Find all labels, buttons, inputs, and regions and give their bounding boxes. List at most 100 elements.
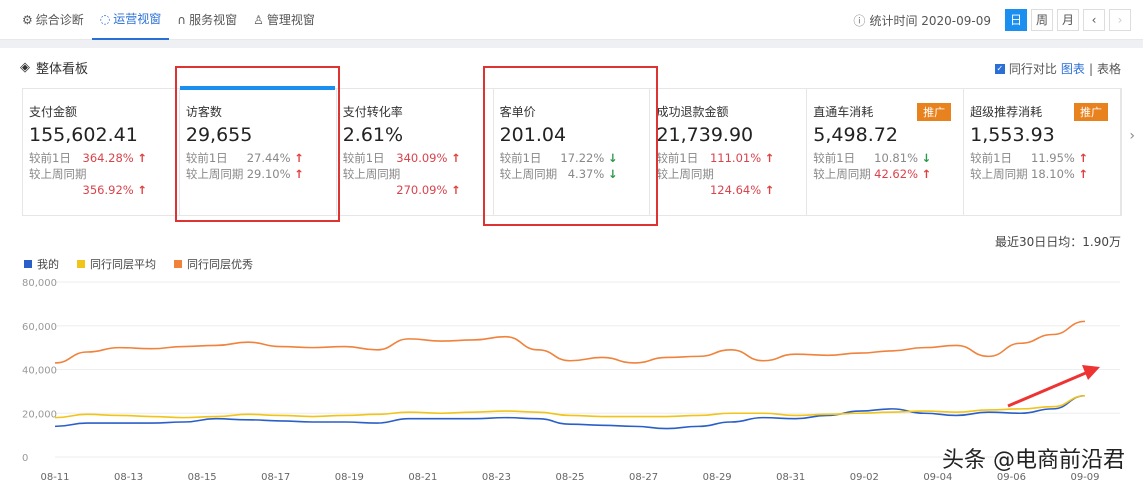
day-change: 11.95% bbox=[1031, 151, 1075, 165]
y-tick-label: 80,000 bbox=[22, 278, 57, 289]
x-tick-label: 08-17 bbox=[261, 472, 290, 483]
arrow-up-icon: ↑ bbox=[921, 167, 932, 181]
metric-card[interactable]: 支付金额 155,602.41 较前1日 364.28% ↑ 较上周同期 356.92% … bbox=[23, 89, 180, 215]
week-change: 42.62% bbox=[874, 167, 918, 181]
arrow-up-icon: ↑ bbox=[137, 183, 147, 197]
metric-title: 成功退款金额 bbox=[656, 105, 729, 119]
week-change: 270.09% bbox=[396, 183, 448, 197]
x-tick-label: 08-27 bbox=[629, 472, 658, 483]
y-tick-label: 40,000 bbox=[22, 366, 57, 377]
metric-value: 5,498.72 bbox=[813, 124, 898, 146]
x-tick-label: 08-11 bbox=[40, 472, 69, 483]
metric-value: 1,553.93 bbox=[970, 124, 1055, 146]
metric-card[interactable]: 直通车消耗 推广 5,498.72 较前1日 10.81% ↓ 较上周同期 42.62% ↑ bbox=[807, 89, 965, 215]
promo-badge[interactable]: 推广 bbox=[1074, 103, 1109, 121]
shield-icon: ◌ bbox=[99, 12, 111, 26]
thirty-day-average: 最近30日日均：1.90万 bbox=[995, 235, 1121, 249]
stat-time: 统计时间 2020-09-09 bbox=[869, 13, 991, 28]
day-label: 较前1日 bbox=[656, 151, 699, 165]
metric-title: 支付金额 bbox=[29, 105, 78, 119]
arrow-up-icon: ↑ bbox=[137, 151, 147, 165]
x-tick-label: 09-02 bbox=[850, 472, 879, 483]
legend-swatch bbox=[24, 260, 32, 268]
tab-0[interactable]: ⚙ 综合诊断 bbox=[14, 0, 92, 40]
arrow-up-icon: ↑ bbox=[1078, 151, 1089, 165]
tab-label: 运营视窗 bbox=[113, 12, 162, 26]
week-change: 18.10% bbox=[1031, 167, 1075, 181]
arrow-down-icon: ↓ bbox=[921, 151, 932, 165]
x-tick-label: 08-13 bbox=[114, 472, 143, 483]
cards-next-arrow[interactable]: › bbox=[1129, 128, 1135, 144]
arrow-up-icon: ↑ bbox=[764, 183, 775, 197]
week-label: 较上周同期 bbox=[656, 167, 714, 181]
table-view-link[interactable]: 表格 bbox=[1097, 60, 1121, 77]
series-line-2 bbox=[54, 320, 1086, 364]
week-label: 较上周同期 bbox=[29, 167, 87, 181]
day-label: 较前1日 bbox=[29, 151, 71, 165]
series-line-1 bbox=[54, 394, 1086, 419]
chart-view-link[interactable]: 图表 bbox=[1061, 60, 1085, 77]
day-change: 364.28% bbox=[82, 151, 134, 165]
period-day-button[interactable]: 日 bbox=[1005, 9, 1027, 31]
metric-title: 支付转化率 bbox=[342, 105, 403, 119]
series-line-0 bbox=[54, 394, 1086, 430]
next-date-button[interactable]: › bbox=[1109, 9, 1131, 31]
watermark: 头条 @电商前沿君 bbox=[942, 448, 1125, 473]
section-title: 整体看板 bbox=[36, 62, 89, 77]
arrow-up-icon: ↑ bbox=[451, 183, 461, 197]
section-header: ◈ 整体看板 bbox=[20, 58, 88, 77]
arrow-up-icon: ↑ bbox=[1078, 167, 1089, 181]
tab-2[interactable]: ∩ 服务视窗 bbox=[169, 0, 245, 40]
metric-value: 155,602.41 bbox=[29, 124, 138, 146]
highlight-box bbox=[483, 66, 658, 226]
x-tick-label: 08-21 bbox=[408, 472, 437, 483]
prev-date-button[interactable]: ‹ bbox=[1083, 9, 1105, 31]
day-change: 340.09% bbox=[396, 151, 448, 165]
tab-label: 服务视窗 bbox=[189, 13, 238, 27]
y-tick-label: 0 bbox=[22, 453, 28, 464]
metric-value: 2.61% bbox=[342, 124, 404, 146]
x-tick-label: 08-31 bbox=[776, 472, 805, 483]
day-change: 10.81% bbox=[874, 151, 918, 165]
week-change: 356.92% bbox=[82, 183, 134, 197]
compare-label[interactable]: 同行对比 bbox=[1009, 60, 1057, 77]
y-tick-label: 20,000 bbox=[22, 409, 57, 420]
divider-band bbox=[0, 40, 1143, 48]
trend-arrow bbox=[1007, 370, 1089, 408]
x-tick-label: 08-19 bbox=[335, 472, 364, 483]
metric-value: 21,739.90 bbox=[656, 124, 754, 146]
x-tick-label: 08-23 bbox=[482, 472, 511, 483]
day-label: 较前1日 bbox=[970, 151, 1012, 165]
tab-1[interactable]: ◌ 运营视窗 bbox=[91, 0, 170, 40]
period-week-button[interactable]: 周 bbox=[1031, 9, 1053, 31]
metric-card[interactable]: 超级推荐消耗 推广 1,553.93 较前1日 11.95% ↑ 较上周同期 18.10% … bbox=[964, 89, 1122, 215]
promo-badge[interactable]: 推广 bbox=[917, 103, 952, 121]
highlight-box bbox=[175, 66, 340, 222]
tab-label: 综合诊断 bbox=[35, 13, 84, 27]
header-controls: ⓘ 统计时间 2020-09-09 日 周 月 ‹ › bbox=[853, 9, 1131, 31]
week-label: 较上周同期 bbox=[970, 167, 1028, 181]
week-change: 124.64% bbox=[709, 183, 762, 197]
day-label: 较前1日 bbox=[813, 151, 856, 165]
x-tick-label: 08-29 bbox=[703, 472, 732, 483]
period-month-button[interactable]: 月 bbox=[1057, 9, 1079, 31]
y-tick-label: 60,000 bbox=[22, 322, 57, 333]
day-label: 较前1日 bbox=[342, 151, 385, 165]
diagnosis-icon: ⚙ bbox=[22, 13, 33, 27]
week-label: 较上周同期 bbox=[342, 167, 401, 181]
headset-icon: ∩ bbox=[177, 13, 187, 27]
compare-checkbox[interactable]: ✓ bbox=[994, 63, 1005, 74]
x-tick-label: 08-25 bbox=[555, 472, 584, 483]
legend-swatch bbox=[174, 260, 182, 268]
metric-card[interactable]: 成功退款金额 21,739.90 较前1日 111.01% ↑ 较上周同期 124.64%… bbox=[650, 89, 808, 215]
metric-card[interactable]: 支付转化率 2.61% 较前1日 340.09% ↑ 较上周同期 270.09% ↑ bbox=[337, 89, 494, 215]
top-nav-bar: ⚙ 综合诊断 ◌ 运营视窗 ∩ 服务视窗 ♙ 管理视窗 ⓘ 统计时间 2020-09-09 日… bbox=[0, 0, 1143, 40]
person-icon: ♙ bbox=[253, 13, 264, 27]
legend-swatch bbox=[77, 260, 85, 268]
view-toggles: ✓ 同行对比 图表 | 表格 bbox=[994, 60, 1121, 77]
arrow-up-icon: ↑ bbox=[764, 151, 775, 165]
view-tabs: ⚙ 综合诊断 ◌ 运营视窗 ∩ 服务视窗 ♙ 管理视窗 bbox=[14, 0, 323, 40]
week-label: 较上周同期 bbox=[813, 167, 871, 181]
tab-3[interactable]: ♙ 管理视窗 bbox=[245, 0, 323, 40]
info-icon[interactable]: ⓘ bbox=[853, 12, 865, 29]
